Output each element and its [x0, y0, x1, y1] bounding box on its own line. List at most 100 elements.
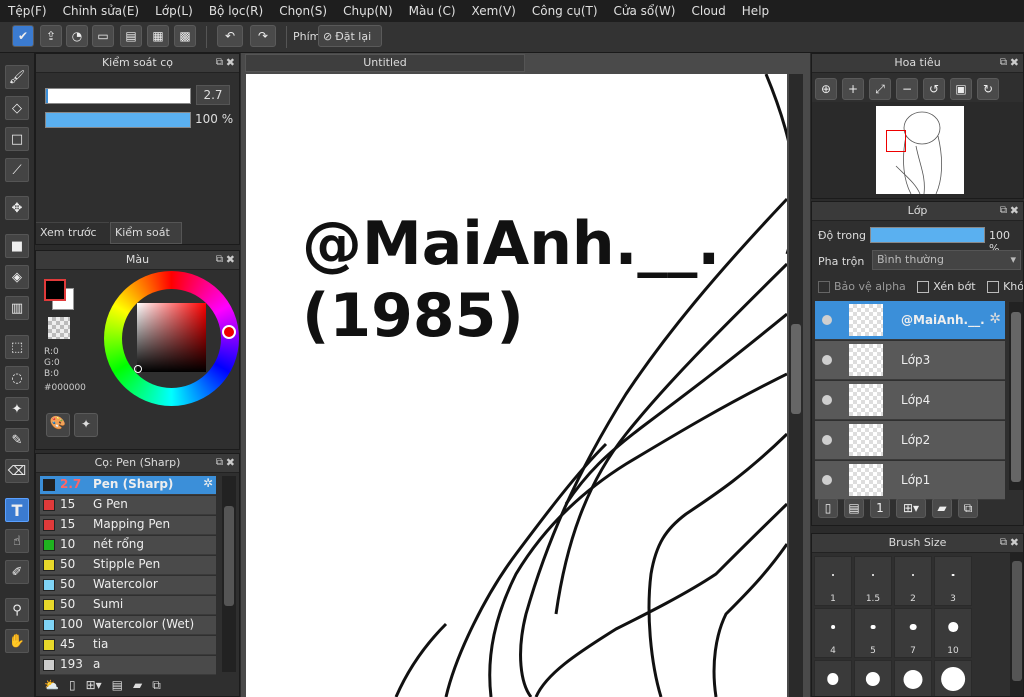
document-tab[interactable]: Untitled [245, 54, 525, 72]
brush-item[interactable]: 2.7 Pen (Sharp) ✲ [40, 476, 216, 495]
brush-tool-icon[interactable]: 🖌 [5, 65, 29, 89]
rotate-right-icon[interactable]: ↻ [977, 78, 999, 100]
menu-item[interactable]: Chọn(S) [271, 4, 335, 18]
folder-icon[interactable]: ▰ [932, 498, 952, 518]
redo-icon[interactable]: ↷ [250, 25, 276, 47]
layer-item[interactable]: @MaiAnh.__. ✲ [815, 301, 1005, 340]
line-tool-icon[interactable]: ⟋ [5, 158, 29, 182]
zoom-fit-icon[interactable]: ⊕ [815, 78, 837, 100]
cloud-download-icon[interactable]: ⛅ [44, 678, 59, 693]
duplicate-icon[interactable]: ⧉ [152, 678, 161, 693]
size-value[interactable]: 2.7 [196, 85, 230, 105]
brush-size-option[interactable]: 12 [814, 660, 852, 696]
undo-icon[interactable]: ↶ [217, 25, 243, 47]
brush-item[interactable]: 10 nét rổng [40, 536, 216, 555]
magic-wand-tool-icon[interactable]: ✦ [5, 397, 29, 421]
zoom-in-icon[interactable]: + [842, 78, 864, 100]
list-icon[interactable]: ▦ [147, 25, 169, 47]
brush-size-option[interactable]: 15 [854, 660, 892, 696]
reset-button[interactable]: ⊘ Đặt lại [318, 25, 382, 47]
expand-icon[interactable]: ⧉ [1000, 534, 1007, 552]
hue-handle[interactable] [222, 325, 236, 339]
menu-item[interactable]: Màu (C) [401, 4, 464, 18]
eraser-tool-icon[interactable]: ◇ [5, 96, 29, 120]
operation-tool-icon[interactable]: ☝ [5, 529, 29, 553]
visibility-icon[interactable] [822, 315, 832, 325]
color-handle[interactable] [134, 365, 142, 373]
brush-size-option[interactable]: 4 [814, 608, 852, 658]
visibility-icon[interactable] [822, 395, 832, 405]
bucket-tool-icon[interactable]: ◈ [5, 265, 29, 289]
share-icon[interactable]: ⇪ [40, 25, 62, 47]
divide-tool-icon[interactable]: ✐ [5, 560, 29, 584]
gear-icon[interactable]: ✲ [989, 311, 1001, 327]
brush-item[interactable]: 193 a [40, 656, 216, 675]
expand-icon[interactable]: ⧉ [216, 251, 223, 269]
lock-checkbox[interactable]: Khóa [987, 280, 1023, 293]
new-halftone-layer-icon[interactable]: ▤ [844, 498, 864, 518]
menu-item[interactable]: Chỉnh sửa(E) [55, 4, 148, 18]
comment-icon[interactable]: ▭ [92, 25, 114, 47]
foreground-color-swatch[interactable] [44, 279, 66, 301]
speech-bubble-icon[interactable]: ◔ [66, 25, 88, 47]
folder-icon[interactable]: ▰ [133, 678, 142, 693]
menu-item[interactable]: Bộ lọc(R) [201, 4, 271, 18]
brush-item[interactable]: 15 G Pen [40, 496, 216, 515]
menu-item[interactable]: Lớp(L) [147, 4, 201, 18]
lasso-tool-icon[interactable]: ◌ [5, 366, 29, 390]
gradient-tool-icon[interactable]: ▥ [5, 296, 29, 320]
grid-edit-icon[interactable]: ▩ [174, 25, 196, 47]
viewport-rect[interactable] [886, 130, 906, 152]
new-1bit-layer-icon[interactable]: 1 [870, 498, 890, 518]
brush-settings-icon[interactable]: ▤ [112, 678, 123, 693]
hand-tool-icon[interactable]: ✋ [5, 629, 29, 653]
close-icon[interactable]: ✖ [226, 54, 235, 72]
brush-item[interactable]: 45 tia [40, 636, 216, 655]
add-brush-icon[interactable]: ⊞▾ [86, 678, 102, 693]
brush-list-scrollbar[interactable] [222, 476, 236, 672]
brush-size-option[interactable]: 2 [894, 556, 932, 606]
brush-item[interactable]: 50 Stipple Pen [40, 556, 216, 575]
menu-item[interactable]: Cửa sổ(W) [606, 4, 684, 18]
brush-size-option[interactable]: 20 [894, 660, 932, 696]
layer-list-scrollbar[interactable] [1009, 302, 1023, 490]
brush-size-option[interactable]: 7 [894, 608, 932, 658]
select-pen-tool-icon[interactable]: ✎ [5, 428, 29, 452]
visibility-icon[interactable] [822, 435, 832, 445]
clipping-checkbox[interactable]: Xén bớt [917, 280, 976, 293]
fullscreen-icon[interactable]: ▣ [950, 78, 972, 100]
expand-icon[interactable]: ⧉ [216, 54, 223, 72]
document-icon[interactable]: ▤ [120, 25, 142, 47]
brush-size-option[interactable]: 1.5 [854, 556, 892, 606]
protect-alpha-checkbox[interactable]: Bảo vệ alpha [818, 280, 906, 293]
visibility-icon[interactable] [822, 355, 832, 365]
saturation-value-box[interactable] [137, 303, 206, 372]
layer-item[interactable]: Lớp1 [815, 461, 1005, 500]
move-tool-icon[interactable]: ✥ [5, 196, 29, 220]
brush-item[interactable]: 50 Watercolor [40, 576, 216, 595]
close-icon[interactable]: ✖ [1010, 202, 1019, 220]
tab-brush-preview[interactable]: Xem trước cọ [36, 222, 109, 244]
layer-item[interactable]: Lớp2 [815, 421, 1005, 460]
visibility-icon[interactable] [822, 475, 832, 485]
new-layer-icon[interactable]: ▯ [818, 498, 838, 518]
brush-item[interactable]: 50 Sumi [40, 596, 216, 615]
new-brush-icon[interactable]: ▯ [69, 678, 76, 693]
brush-size-option[interactable]: 10 [934, 608, 972, 658]
close-icon[interactable]: ✖ [1010, 54, 1019, 72]
layer-item[interactable]: Lớp4 [815, 381, 1005, 420]
fit-window-icon[interactable]: ⤢ [869, 78, 891, 100]
dot-tool-icon[interactable]: □ [5, 127, 29, 151]
palette-icon[interactable]: 🎨 [46, 413, 70, 437]
menu-item[interactable]: Công cụ(T) [524, 4, 606, 18]
menu-item[interactable]: Help [734, 4, 777, 18]
brush-size-option[interactable]: 3 [934, 556, 972, 606]
layer-opacity-slider[interactable] [870, 227, 985, 243]
tab-brush-control[interactable]: Kiểm soát cọ [110, 222, 182, 244]
brush-size-option[interactable]: 1 [814, 556, 852, 606]
rect-select-tool-icon[interactable]: ⬚ [5, 335, 29, 359]
color-picker-icon[interactable]: ✦ [74, 413, 98, 437]
brush-size-scrollbar[interactable] [1010, 553, 1023, 696]
close-icon[interactable]: ✖ [226, 454, 235, 472]
navigator-preview[interactable] [876, 106, 964, 194]
